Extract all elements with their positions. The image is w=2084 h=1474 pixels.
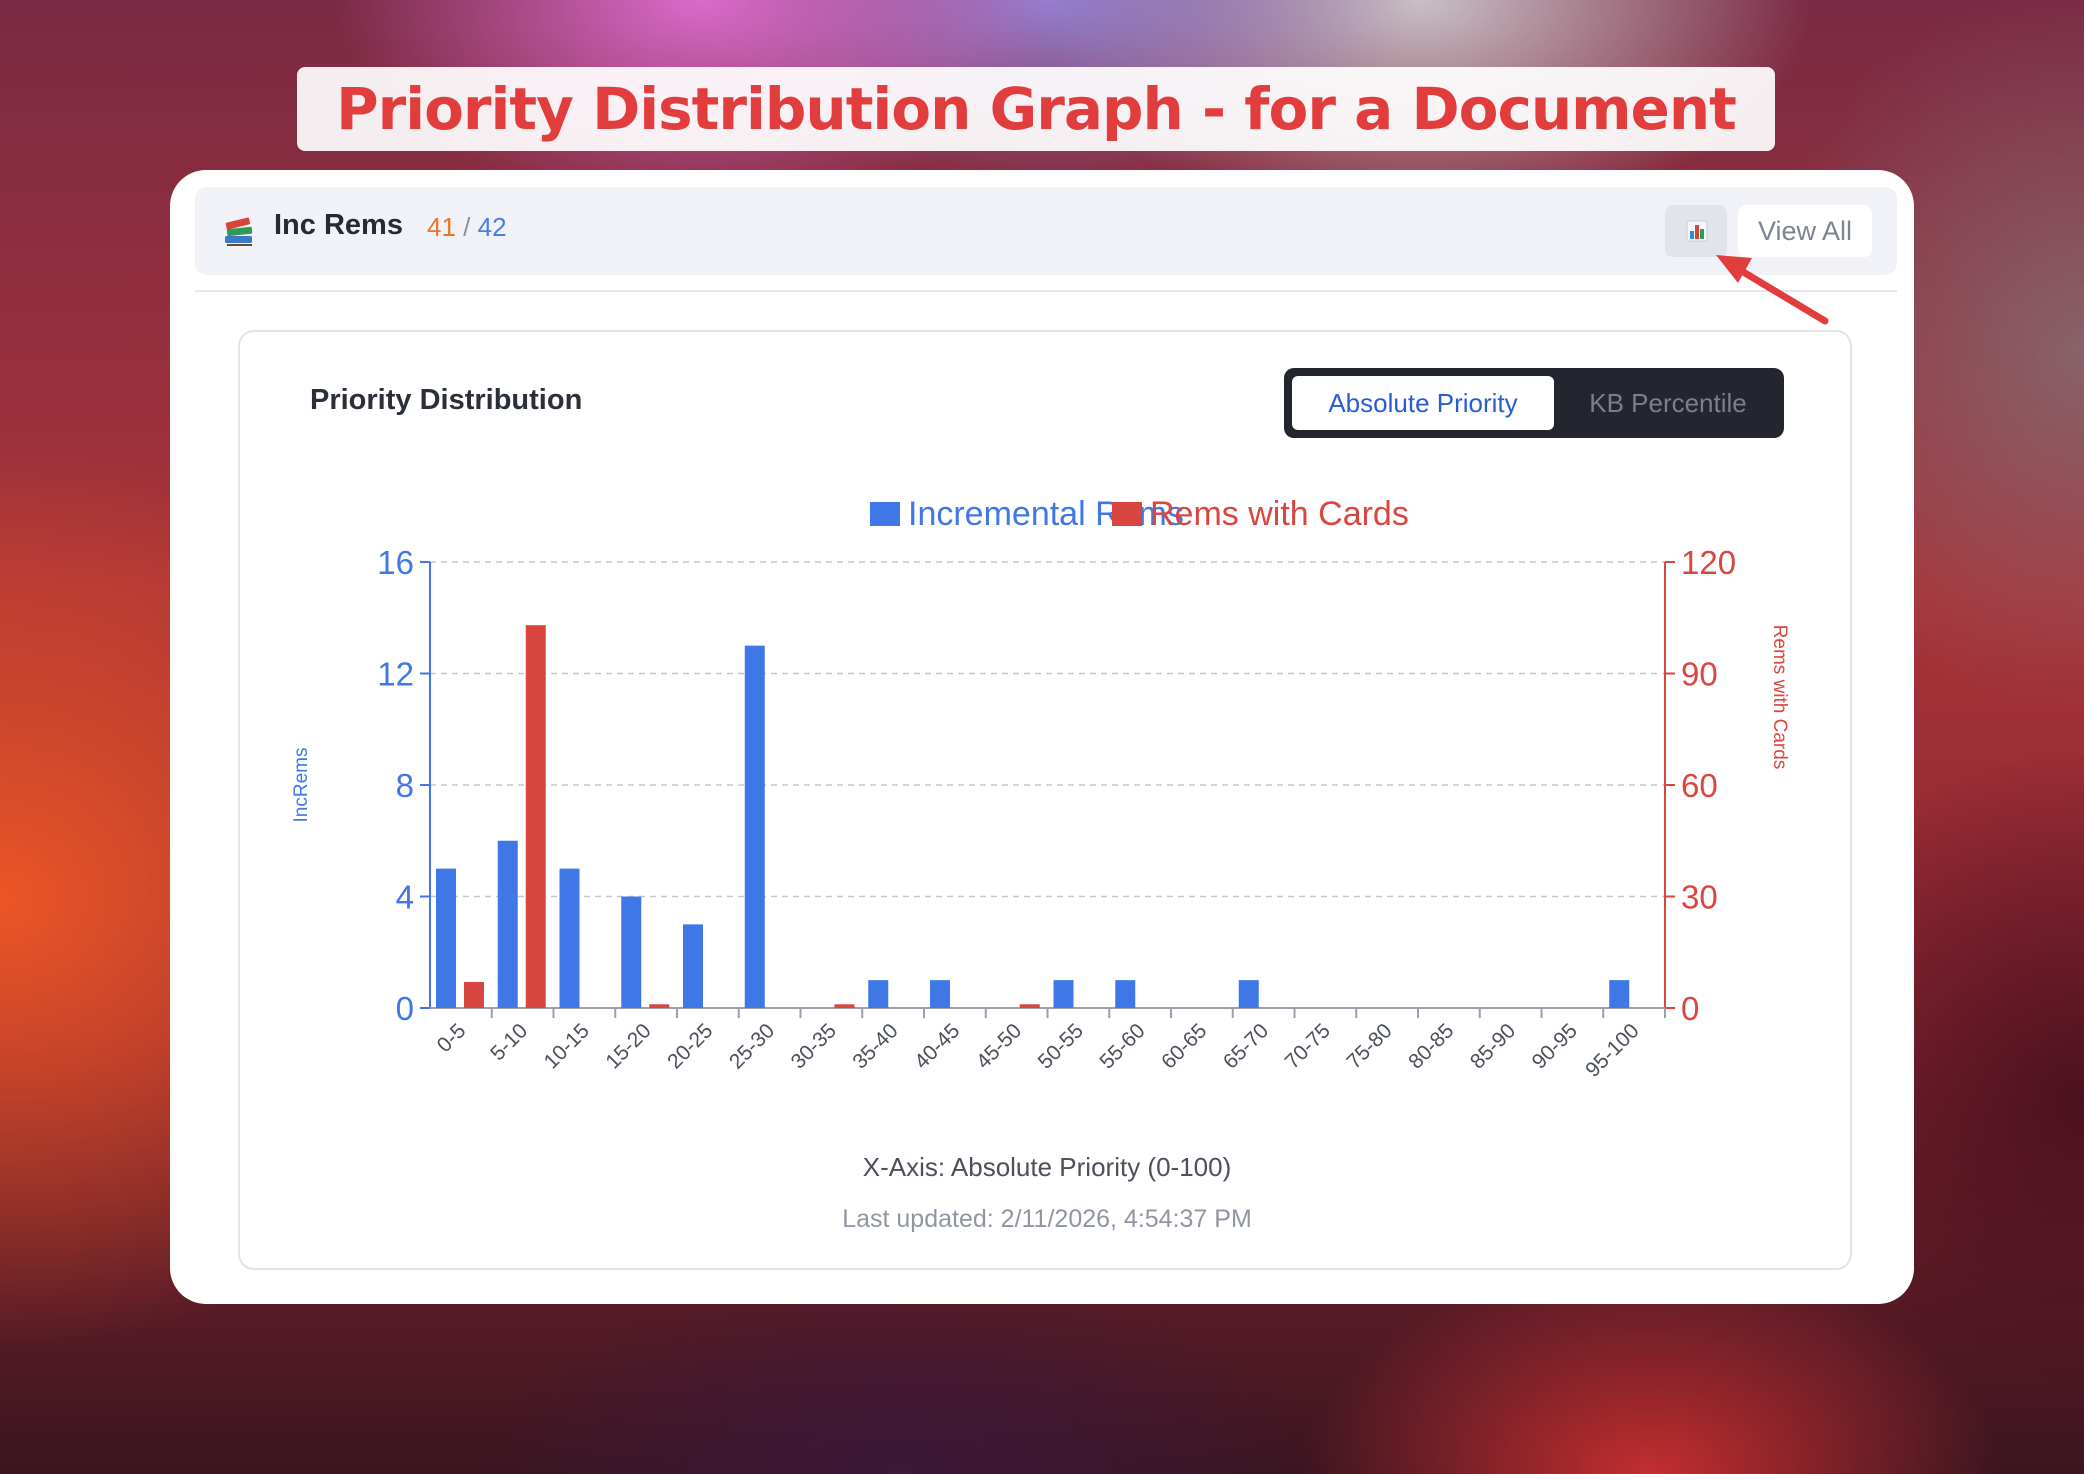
annotation-arrow [1716, 255, 1829, 325]
